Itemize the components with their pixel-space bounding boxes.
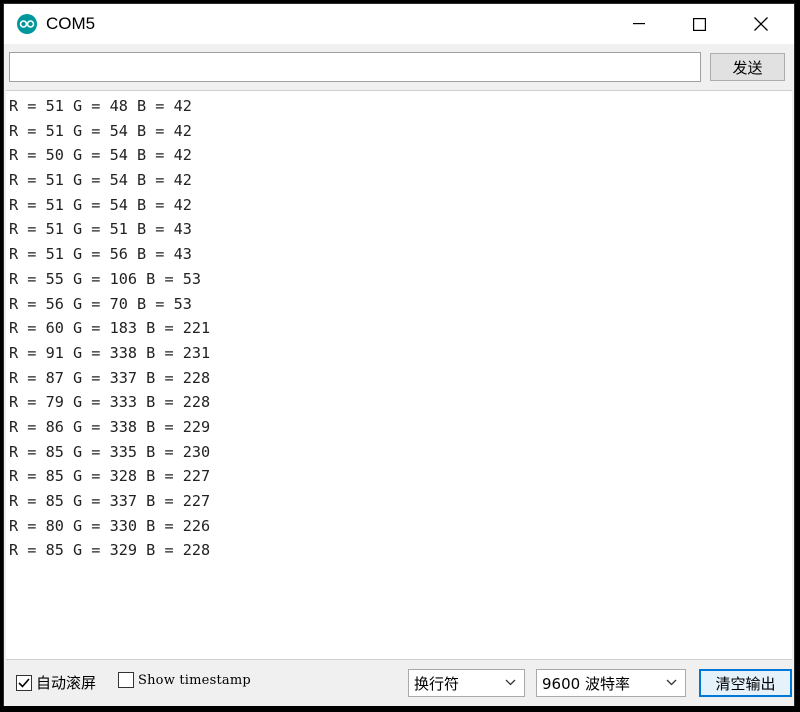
line-ending-select[interactable]: 换行符 [408,669,525,697]
send-bar: 发送 [4,44,794,90]
serial-output-line: R = 85 G = 337 B = 227 [9,492,211,510]
serial-output-line: R = 51 G = 51 B = 43 [9,220,192,239]
serial-output-line: R = 60 G = 183 B = 221 [9,319,211,338]
baud-rate-value: 9600 波特率 [542,674,630,693]
checkmark-icon [18,677,30,688]
serial-output-line: R = 79 G = 333 B = 228 [9,393,211,412]
clear-output-button[interactable]: 清空输出 [699,669,792,697]
send-button[interactable]: 发送 [710,53,785,81]
autoscroll-label: 自动滚屏 [36,674,97,692]
serial-output-area[interactable]: R = 51 G = 48 B = 42 R = 51 G = 54 B = 42… [6,90,792,660]
serial-output-line: R = 51 G = 54 B = 42 [9,121,192,140]
autoscroll-checkbox[interactable]: 自动滚屏 [16,672,96,693]
window-title: COM5 [46,14,96,33]
serial-monitor-window: COM5 发送 R = 51 G = 48 B = 42 R = 51 G = 5… [3,3,795,706]
minimize-icon [633,23,645,25]
serial-output-line: R = 56 G = 70 B = 53 [9,294,192,313]
minimize-button[interactable] [616,4,662,44]
serial-output-line: R = 51 G = 48 B = 42 [9,97,192,115]
bottom-bar: 自动滚屏 Show timestamp 换行符 9600 波特率 清空输出 [4,660,794,706]
title-bar[interactable]: COM5 [4,4,794,44]
timestamp-checkbox-box[interactable] [118,672,134,688]
arduino-icon [17,14,37,34]
serial-output-line: R = 91 G = 338 B = 231 [9,343,211,362]
serial-output-line: R = 85 G = 328 B = 227 [9,467,211,486]
close-button[interactable] [738,4,784,44]
send-input[interactable] [9,52,701,82]
autoscroll-checkbox-box[interactable] [16,674,32,691]
maximize-icon [692,17,706,31]
timestamp-checkbox[interactable]: Show timestamp [118,672,251,688]
serial-output-line: R = 51 G = 54 B = 42 [9,195,192,214]
maximize-button[interactable] [676,4,722,44]
line-ending-value: 换行符 [414,674,460,693]
close-icon [754,17,768,31]
serial-output-line: R = 55 G = 106 B = 53 [9,269,202,288]
baud-rate-select[interactable]: 9600 波特率 [536,669,686,697]
serial-output-line: R = 80 G = 330 B = 226 [9,516,211,535]
serial-output-line: R = 51 G = 54 B = 42 [9,171,192,190]
serial-output-line: R = 87 G = 337 B = 228 [9,368,211,387]
chevron-down-icon [666,679,677,686]
serial-output-line: R = 85 G = 335 B = 230 [9,442,211,461]
serial-output-line: R = 50 G = 54 B = 42 [9,146,192,165]
serial-output-line: R = 86 G = 338 B = 229 [9,417,211,436]
chevron-down-icon [505,679,516,686]
serial-output-line: R = 51 G = 56 B = 43 [9,245,192,264]
timestamp-label: Show timestamp [138,672,251,688]
serial-output-line: R = 85 G = 329 B = 228 [9,541,211,560]
